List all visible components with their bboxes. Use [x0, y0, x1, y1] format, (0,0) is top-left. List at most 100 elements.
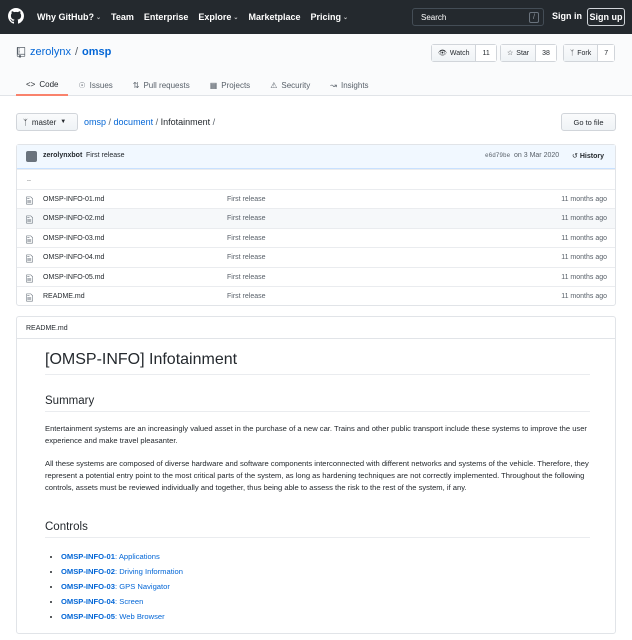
tab-projects[interactable]: ▦ Projects	[200, 74, 260, 96]
controls-list: OMSP-INFO-01: ApplicationsOMSP-INFO-02: …	[45, 549, 183, 624]
top-nav-label: Marketplace	[248, 12, 301, 22]
control-id-link[interactable]: OMSP-INFO-04	[61, 597, 115, 606]
github-logo-icon[interactable]	[8, 8, 24, 24]
parent-directory-link[interactable]: ..	[27, 176, 31, 183]
top-nav: Why GitHub? ⌄ Team Enterprise Explore ⌄ Market…	[37, 0, 348, 34]
control-id-link[interactable]: OMSP-INFO-02	[61, 567, 115, 576]
file-age: 11 months ago	[561, 273, 607, 281]
file-icon	[26, 274, 33, 282]
control-name-link[interactable]: Driving Information	[119, 567, 183, 576]
list-item: OMSP-INFO-03: GPS Navigator	[61, 579, 183, 594]
tab-issues[interactable]: ☉ Issues	[68, 74, 122, 96]
code-icon: <>	[26, 79, 36, 89]
top-nav-item[interactable]: Marketplace	[248, 12, 300, 22]
control-id-link[interactable]: OMSP-INFO-05	[61, 612, 115, 621]
file-name-link[interactable]: OMSP-INFO-04.md	[43, 254, 104, 261]
top-nav-item[interactable]: Explore ⌄	[198, 12, 238, 22]
table-row[interactable]: README.md First release 11 months ago	[17, 286, 615, 306]
tab-insights-label: Insights	[340, 80, 369, 90]
fork-icon: ᛉ	[570, 49, 575, 57]
chevron-down-icon: ⌄	[96, 14, 102, 21]
control-name-link[interactable]: Web Browser	[119, 612, 164, 621]
repo-name-link[interactable]: omsp	[82, 46, 111, 58]
avatar[interactable]	[26, 151, 37, 162]
star-button[interactable]: ☆ Star 38	[500, 44, 557, 62]
commit-sha-link[interactable]: e6d79be	[485, 152, 510, 159]
star-count[interactable]: 38	[536, 45, 556, 61]
top-nav-item[interactable]: Pricing ⌄	[310, 12, 348, 22]
file-commit-message-link[interactable]: First release	[227, 215, 266, 222]
file-name-link[interactable]: OMSP-INFO-02.md	[43, 215, 104, 222]
file-name-link[interactable]: README.md	[43, 293, 85, 300]
shield-icon: ⚠	[270, 80, 278, 90]
repo-owner-link[interactable]: zerolynx	[30, 46, 71, 58]
parent-directory-row[interactable]: ..	[17, 169, 615, 189]
search-shortcut-key: /	[529, 12, 539, 23]
table-row[interactable]: OMSP-INFO-05.md First release 11 months ag…	[17, 266, 615, 287]
watch-button[interactable]: 👁 Watch 11	[431, 44, 497, 62]
star-icon: ☆	[507, 50, 514, 57]
control-name-link[interactable]: GPS Navigator	[119, 582, 170, 591]
tab-code[interactable]: <> Code	[16, 74, 69, 96]
readme-box: README.md [OMSP-INFO] Infotainment Summa…	[16, 316, 616, 634]
fork-button[interactable]: ᛉ Fork 7	[563, 44, 616, 62]
repo-header: zerolynx / omsp 👁 Watch 11 ☆ Star 38 ᛉ Fork…	[0, 34, 632, 96]
go-to-file-button[interactable]: Go to file	[561, 113, 616, 131]
fork-label: Fork	[577, 49, 592, 57]
table-row[interactable]: OMSP-INFO-01.md First release 11 months ag…	[17, 188, 615, 209]
chevron-down-icon: ▼	[60, 119, 67, 125]
list-item: OMSP-INFO-04: Screen	[61, 594, 183, 609]
history-link[interactable]: ↺ History	[572, 152, 604, 161]
file-age: 11 months ago	[561, 293, 607, 300]
file-commit-message-link[interactable]: First release	[227, 274, 266, 281]
eye-icon: 👁	[438, 50, 447, 57]
tab-code-label: Code	[39, 79, 59, 89]
file-icon	[26, 293, 33, 302]
file-age: 11 months ago	[561, 215, 607, 222]
top-nav-item[interactable]: Team	[111, 12, 134, 22]
breadcrumb-folder-link[interactable]: document	[114, 117, 154, 127]
branch-selector[interactable]: ᛉ master ▼	[16, 113, 78, 131]
sign-in-link[interactable]: Sign in	[552, 11, 582, 21]
control-id-link[interactable]: OMSP-INFO-03	[61, 582, 115, 591]
control-name-link[interactable]: Screen	[119, 597, 143, 606]
commit-message-link[interactable]: First release	[86, 152, 125, 159]
breadcrumb-repo-link[interactable]: omsp	[84, 117, 106, 127]
branch-icon: ᛉ	[23, 117, 28, 127]
top-nav-label: Enterprise	[143, 12, 189, 22]
search-input[interactable]: Search /	[412, 8, 544, 26]
control-id-link[interactable]: OMSP-INFO-01	[61, 552, 115, 561]
readme-filename: README.md	[17, 317, 615, 339]
tab-security[interactable]: ⚠ Security	[260, 74, 320, 96]
file-commit-message-link[interactable]: First release	[227, 254, 266, 261]
global-header: Why GitHub? ⌄ Team Enterprise Explore ⌄ Market…	[0, 0, 632, 34]
sign-up-button[interactable]: Sign up	[587, 8, 625, 26]
file-name-link[interactable]: OMSP-INFO-01.md	[43, 196, 104, 203]
table-row[interactable]: OMSP-INFO-04.md First release 11 months ag…	[17, 247, 615, 267]
breadcrumb: omsp / document / Infotainment /	[84, 117, 216, 127]
repo-title: zerolynx / omsp	[16, 46, 111, 58]
file-commit-message-link[interactable]: First release	[227, 196, 266, 203]
commit-author-link[interactable]: zerolynxbot	[43, 152, 82, 159]
controls-heading: Controls	[45, 521, 590, 538]
top-nav-item[interactable]: Enterprise	[144, 12, 189, 22]
latest-commit-bar: zerolynxbot First release e6d79be on 3 M…	[17, 145, 615, 169]
list-item: OMSP-INFO-05: Web Browser	[61, 609, 183, 624]
file-commit-message-link[interactable]: First release	[227, 235, 266, 242]
file-age: 11 months ago	[561, 254, 607, 261]
table-row[interactable]: OMSP-INFO-02.md First release 11 months ag…	[17, 208, 615, 228]
tab-insights[interactable]: ↝ Insights	[320, 74, 378, 96]
file-commit-message-link[interactable]: First release	[227, 293, 266, 300]
tab-security-label: Security	[281, 80, 311, 90]
file-list: zerolynxbot First release e6d79be on 3 M…	[16, 144, 616, 306]
tab-pull-requests[interactable]: ⇅ Pull requests	[123, 74, 200, 96]
file-name-link[interactable]: OMSP-INFO-05.md	[43, 274, 104, 281]
top-nav-item[interactable]: Why GitHub? ⌄	[37, 12, 101, 22]
table-row[interactable]: OMSP-INFO-03.md First release 11 months ag…	[17, 227, 615, 248]
readme-title: [OMSP-INFO] Infotainment	[45, 351, 590, 375]
file-name-link[interactable]: OMSP-INFO-03.md	[43, 235, 104, 242]
fork-count[interactable]: 7	[598, 45, 615, 61]
watch-count[interactable]: 11	[476, 45, 496, 61]
file-age: 11 months ago	[561, 234, 607, 242]
control-name-link[interactable]: Applications	[119, 552, 160, 561]
